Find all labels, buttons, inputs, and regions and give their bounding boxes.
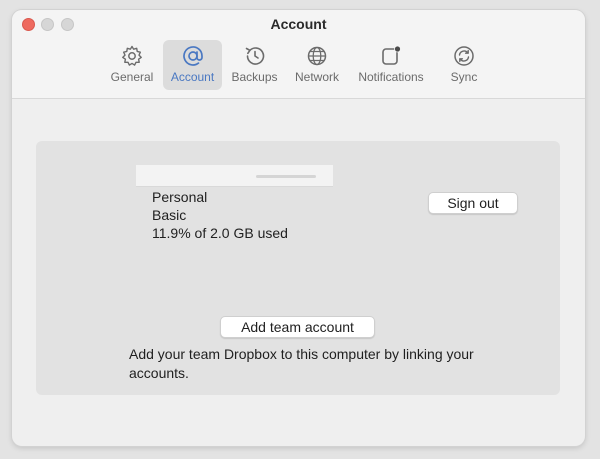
tab-account[interactable]: Account bbox=[163, 40, 222, 90]
tab-sync-label: Sync bbox=[450, 70, 478, 84]
sync-arrows-icon bbox=[454, 46, 474, 66]
plan-type-label: Personal bbox=[152, 189, 208, 205]
preferences-window: Account General Account Backups Network … bbox=[12, 10, 585, 446]
redacted-email-field bbox=[136, 165, 333, 187]
sign-out-button[interactable]: Sign out bbox=[428, 192, 518, 214]
add-team-account-button[interactable]: Add team account bbox=[220, 316, 375, 338]
at-sign-icon bbox=[182, 46, 203, 66]
window-titlebar: Account General Account Backups Network … bbox=[12, 10, 585, 99]
account-panel: Personal Basic 11.9% of 2.0 GB used Sign… bbox=[36, 141, 560, 395]
tab-backups[interactable]: Backups bbox=[227, 40, 282, 90]
tab-notifications-label: Notifications bbox=[358, 70, 424, 84]
window-title: Account bbox=[270, 16, 327, 32]
tab-general[interactable]: General bbox=[105, 40, 159, 90]
team-description-text: Add your team Dropbox to this computer b… bbox=[129, 346, 474, 381]
tab-account-label: Account bbox=[170, 70, 215, 84]
tab-notifications[interactable]: Notifications bbox=[351, 40, 431, 90]
tab-backups-label: Backups bbox=[231, 70, 278, 84]
tab-sync[interactable]: Sync bbox=[444, 40, 484, 90]
notification-badge-icon bbox=[382, 45, 401, 65]
history-clock-icon bbox=[245, 47, 264, 65]
storage-usage-label: 11.9% of 2.0 GB used bbox=[152, 225, 288, 241]
tab-network-label: Network bbox=[294, 70, 339, 84]
globe-icon bbox=[307, 46, 327, 66]
gear-icon bbox=[122, 45, 142, 66]
plan-tier-label: Basic bbox=[152, 207, 187, 223]
redacted-text-remnant bbox=[256, 175, 316, 178]
tab-general-label: General bbox=[110, 70, 154, 84]
tab-network[interactable]: Network bbox=[288, 40, 346, 90]
